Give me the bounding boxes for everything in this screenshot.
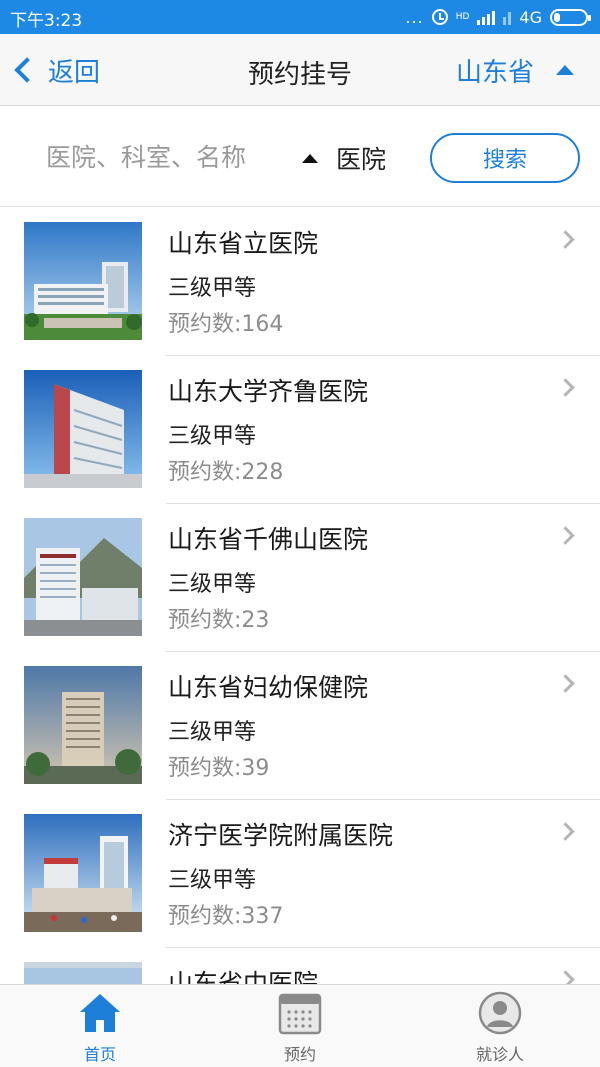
network-type: 4G: [519, 7, 542, 27]
list-item[interactable]: 山东省中医院: [0, 948, 600, 984]
search-area: 医院 搜索: [0, 107, 600, 207]
nav-bar: 返回 预约挂号 山东省: [0, 34, 600, 106]
hospital-level: 三级甲等: [168, 276, 257, 301]
status-indicators: ... HD 4G: [405, 5, 591, 29]
chevron-left-icon: [14, 57, 40, 83]
province-selector[interactable]: 山东省: [456, 52, 574, 88]
tab-bar: 首页 预约 就诊人: [0, 984, 600, 1067]
chevron-right-icon: [556, 526, 575, 545]
hospital-name: 济宁医学院附属医院: [168, 821, 394, 850]
chevron-right-icon: [556, 230, 575, 249]
hospital-level: 三级甲等: [168, 868, 257, 893]
appointment-count: 预约数:228: [168, 460, 284, 485]
alarm-icon: [431, 9, 448, 25]
battery-icon: [550, 8, 591, 26]
hospital-photo: [24, 518, 142, 636]
hospital-level: 三级甲等: [168, 720, 257, 745]
status-time: 下午3:23: [10, 11, 83, 31]
search-input[interactable]: [46, 137, 276, 177]
caret-up-icon: [302, 153, 318, 163]
hd-badge: HD: [455, 12, 470, 22]
person-icon: [478, 991, 522, 1035]
tab-label: 预约: [283, 1045, 316, 1064]
hospital-photo: [24, 666, 142, 784]
more-dots: ...: [405, 7, 424, 27]
hospital-name: 山东省立医院: [168, 229, 319, 258]
chevron-right-icon: [556, 378, 575, 397]
tab-label: 首页: [83, 1045, 116, 1064]
hospital-photo: [24, 962, 142, 984]
tab-patients[interactable]: 就诊人: [400, 985, 600, 1067]
search-type-label: 医院: [336, 145, 387, 174]
back-button[interactable]: 返回: [12, 52, 100, 88]
list-item[interactable]: 山东省立医院 三级甲等 预约数:164: [0, 208, 600, 356]
hospital-photo: [24, 814, 142, 932]
tab-appointments[interactable]: 预约: [200, 985, 400, 1067]
chevron-right-icon: [556, 674, 575, 693]
hospital-photo: [24, 370, 142, 488]
search-type-selector[interactable]: 医院: [302, 140, 386, 176]
appointment-count: 预约数:39: [168, 756, 270, 781]
hospital-list: 山东省立医院 三级甲等 预约数:164 山东大学齐鲁医院 三级甲等 预约数:22…: [0, 208, 600, 984]
back-label: 返回: [48, 57, 101, 88]
caret-up-icon: [556, 65, 574, 75]
chevron-right-icon: [556, 970, 575, 984]
tab-home[interactable]: 首页: [0, 985, 200, 1067]
list-item[interactable]: 山东省妇幼保健院 三级甲等 预约数:39: [0, 652, 600, 800]
signal-secondary-icon: [503, 9, 512, 25]
hospital-name: 山东大学齐鲁医院: [168, 377, 369, 406]
list-item[interactable]: 山东大学齐鲁医院 三级甲等 预约数:228: [0, 356, 600, 504]
appointment-count: 预约数:164: [168, 312, 284, 337]
list-item[interactable]: 山东省千佛山医院 三级甲等 预约数:23: [0, 504, 600, 652]
search-button[interactable]: 搜索: [430, 133, 580, 183]
home-icon: [80, 994, 120, 1032]
hospital-level: 三级甲等: [168, 424, 257, 449]
status-bar: 下午3:23 ... HD 4G: [0, 0, 600, 34]
tab-label: 就诊人: [475, 1045, 524, 1064]
province-label: 山东省: [455, 57, 534, 88]
appointment-count: 预约数:337: [168, 904, 284, 929]
list-item[interactable]: 济宁医学院附属医院 三级甲等 预约数:337: [0, 800, 600, 948]
signal-icon: [477, 9, 496, 25]
calendar-icon: [278, 993, 322, 1035]
hospital-name: 山东省妇幼保健院: [168, 673, 369, 702]
appointment-count: 预约数:23: [168, 608, 270, 633]
hospital-name: 山东省千佛山医院: [168, 525, 369, 554]
hospital-level: 三级甲等: [168, 572, 257, 597]
hospital-name: 山东省中医院: [168, 969, 319, 984]
hospital-photo: [24, 222, 142, 340]
chevron-right-icon: [556, 822, 575, 841]
